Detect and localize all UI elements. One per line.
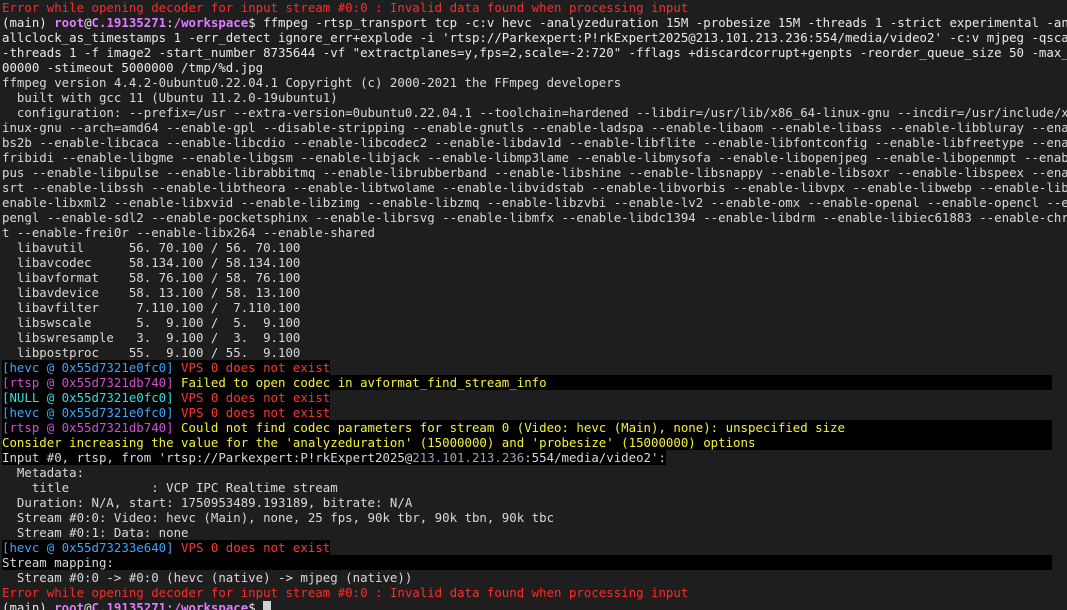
command-text: ffmpeg -rtsp_transport tcp -c:v hevc -an… — [263, 15, 1067, 30]
prompt-user: root — [54, 600, 85, 610]
log-line: [hevc @ 0x55d73233e640] VPS 0 does not e… — [2, 540, 1067, 555]
log-line: [hevc @ 0x55d7321e0fc0] VPS 0 does not e… — [2, 360, 1067, 375]
input-ip: 213.101.213.236 — [412, 450, 525, 465]
input-text-end: :554/media/video2': — [524, 450, 666, 465]
title-line: title : VCP IPC Realtime stream — [2, 480, 338, 495]
log-message: VPS 0 does not exist — [173, 390, 331, 405]
log-tag-hevc: [hevc @ 0x55d7321e0fc0] — [2, 405, 174, 420]
config-line: pengl --enable-sdl2 --enable-pocketsphin… — [2, 210, 1067, 225]
prompt-sep: : — [166, 600, 174, 610]
prompt-dollar: $ — [248, 15, 264, 30]
config-line: pus --enable-libpulse --enable-librabbit… — [2, 165, 1067, 180]
prompt-path: /workspace — [173, 15, 249, 30]
command-line-4: 00000 -stimeout 5000000 /tmp/%d.jpg — [2, 60, 264, 75]
lib-version-line: libavformat 58. 76.100 / 58. 76.100 — [2, 270, 301, 285]
lib-version-line: libswresample 3. 9.100 / 3. 9.100 — [2, 330, 301, 345]
warning-line: Consider increasing the value for the 'a… — [2, 435, 1052, 450]
config-line: t --enable-frei0r --enable-libx264 --ena… — [2, 225, 375, 240]
lib-version-line: libavcodec 58.134.100 / 58.134.100 — [2, 255, 301, 270]
log-line: [NULL @ 0x55d7321e0fc0] VPS 0 does not e… — [2, 390, 1067, 405]
stream-line: Stream #0:0: Video: hevc (Main), none, 2… — [2, 510, 555, 525]
prompt-path: /workspace — [173, 600, 249, 610]
log-message: VPS 0 does not exist — [173, 360, 331, 375]
stream-line: Stream #0:1: Data: none — [2, 525, 189, 540]
config-line: srt --enable-libssh --enable-libtheora -… — [2, 180, 1067, 195]
version-line: ffmpeg version 4.4.2-0ubuntu0.22.04.1 Co… — [2, 75, 622, 90]
log-tag-rtsp: [rtsp @ 0x55d7321db740] — [2, 420, 174, 435]
config-line: inux-gnu --arch=amd64 --enable-gpl --dis… — [2, 120, 1067, 135]
log-line: [rtsp @ 0x55d7321db740] Failed to open c… — [2, 375, 1052, 390]
metadata-line: Metadata: — [2, 465, 85, 480]
log-line: [rtsp @ 0x55d7321db740] Could not find c… — [2, 420, 1052, 435]
lib-version-line: libpostproc 55. 9.100 / 55. 9.100 — [2, 345, 301, 360]
log-tag-null: [NULL @ 0x55d7321e0fc0] — [2, 390, 174, 405]
prompt-dollar: $ — [248, 600, 264, 610]
config-line: fribidi --enable-libgme --enable-libgsm … — [2, 150, 1067, 165]
log-message: VPS 0 does not exist — [173, 540, 331, 555]
prompt-at: @ — [84, 600, 92, 610]
log-message: Could not find codec parameters for stre… — [173, 420, 845, 435]
prompt-sep: : — [166, 15, 174, 30]
prompt-host: C.19135271 — [91, 15, 167, 30]
config-line: bs2b --enable-libcaca --enable-libcdio -… — [2, 135, 1067, 150]
config-line: enable-libxml2 --enable-libxvid --enable… — [2, 195, 1067, 210]
input-text: Input #0, rtsp, from 'rtsp://Parkexpert:… — [2, 450, 413, 465]
prompt-line[interactable]: (main) root@C.19135271:/workspace$ — [2, 600, 1067, 610]
log-tag-rtsp: [rtsp @ 0x55d7321db740] — [2, 375, 174, 390]
log-tag-hevc: [hevc @ 0x55d73233e640] — [2, 540, 174, 555]
lib-version-line: libavutil 56. 70.100 / 56. 70.100 — [2, 240, 301, 255]
prompt-env: (main) — [2, 15, 55, 30]
terminal-window[interactable]: Error while opening decoder for input st… — [0, 0, 1067, 610]
built-line: built with gcc 11 (Ubuntu 11.2.0-19ubunt… — [2, 90, 338, 105]
prompt-at: @ — [84, 15, 92, 30]
log-message: VPS 0 does not exist — [173, 405, 331, 420]
error-line-bottom: Error while opening decoder for input st… — [2, 585, 689, 600]
prompt-command-line: (main) root@C.19135271:/workspace$ ffmpe… — [2, 15, 1067, 30]
prompt-env: (main) — [2, 600, 55, 610]
input-line: Input #0, rtsp, from 'rtsp://Parkexpert:… — [2, 450, 1067, 465]
log-tag-hevc: [hevc @ 0x55d7321e0fc0] — [2, 360, 174, 375]
command-line-2: allclock_as_timestamps 1 -err_detect ign… — [2, 30, 1067, 45]
lib-version-line: libavdevice 58. 13.100 / 58. 13.100 — [2, 285, 301, 300]
command-line-3: -threads 1 -f image2 -start_number 87356… — [2, 45, 1067, 60]
config-line: configuration: --prefix=/usr --extra-ver… — [2, 105, 1067, 120]
log-message: Failed to open codec in avformat_find_st… — [173, 375, 547, 390]
prompt-host: C.19135271 — [91, 600, 167, 610]
log-line: [hevc @ 0x55d7321e0fc0] VPS 0 does not e… — [2, 405, 1067, 420]
duration-line: Duration: N/A, start: 1750953489.193189,… — [2, 495, 413, 510]
error-line-top: Error while opening decoder for input st… — [2, 0, 689, 15]
lib-version-line: libavfilter 7.110.100 / 7.110.100 — [2, 300, 301, 315]
mapping-detail-line: Stream #0:0 -> #0:0 (hevc (native) -> mj… — [2, 570, 413, 585]
text-cursor[interactable] — [263, 601, 272, 610]
lib-version-line: libswscale 5. 9.100 / 5. 9.100 — [2, 315, 301, 330]
mapping-line: Stream mapping: — [2, 555, 1052, 570]
prompt-user: root — [54, 15, 85, 30]
